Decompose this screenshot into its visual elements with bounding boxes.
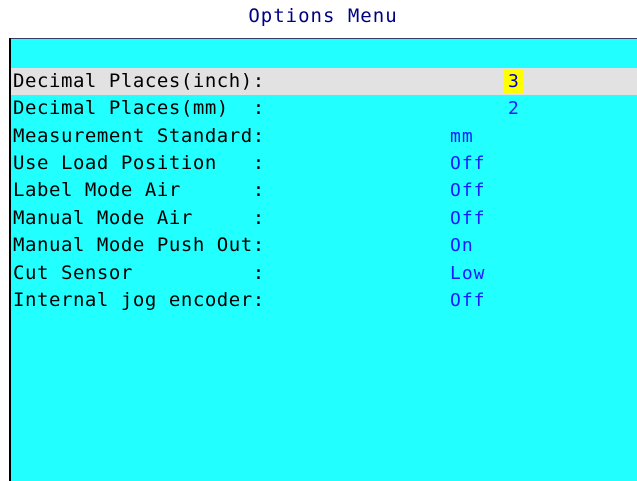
option-label: Decimal Places(mm) : — [13, 97, 265, 119]
title-bar: Options Menu — [9, 0, 637, 41]
options-screen: Options Menu Decimal Places(inch): 3 Dec… — [0, 0, 637, 481]
option-row-decimal-places-mm[interactable]: Decimal Places(mm) : 2 — [11, 95, 637, 122]
options-panel: Decimal Places(inch): 3 Decimal Places(m… — [11, 39, 637, 481]
option-label: Use Load Position : — [13, 152, 265, 174]
option-value-field[interactable]: Low — [450, 261, 486, 286]
option-value-field[interactable]: Off — [450, 178, 486, 203]
option-label: Decimal Places(inch): — [13, 70, 265, 92]
option-row-manual-mode-air[interactable]: Manual Mode Air : Off — [11, 205, 637, 232]
option-row-measurement-standard[interactable]: Measurement Standard: mm — [11, 123, 637, 150]
option-value-field[interactable]: On — [450, 233, 474, 258]
option-row-cut-sensor[interactable]: Cut Sensor : Low — [11, 260, 637, 287]
option-value-field[interactable]: 2 — [508, 96, 520, 121]
option-label: Label Mode Air : — [13, 179, 265, 201]
option-row-internal-jog-encoder[interactable]: Internal jog encoder: Off — [11, 287, 637, 314]
option-label: Manual Mode Air : — [13, 207, 265, 229]
option-value-field[interactable]: Off — [450, 206, 486, 231]
option-label: Manual Mode Push Out: — [13, 234, 265, 256]
option-label: Cut Sensor : — [13, 262, 265, 284]
option-label: Internal jog encoder: — [13, 289, 265, 311]
option-row-label-mode-air[interactable]: Label Mode Air : Off — [11, 177, 637, 204]
option-value-field[interactable]: Off — [450, 288, 486, 313]
option-row-decimal-places-inch[interactable]: Decimal Places(inch): 3 — [11, 68, 637, 95]
option-value-field[interactable]: mm — [450, 124, 474, 149]
option-label: Measurement Standard: — [13, 125, 265, 147]
option-row-use-load-position[interactable]: Use Load Position : Off — [11, 150, 637, 177]
option-row-manual-mode-push-out[interactable]: Manual Mode Push Out: On — [11, 232, 637, 259]
page-title: Options Menu — [248, 5, 398, 27]
option-value-field[interactable]: Off — [450, 151, 486, 176]
option-value-field[interactable]: 3 — [504, 69, 524, 94]
